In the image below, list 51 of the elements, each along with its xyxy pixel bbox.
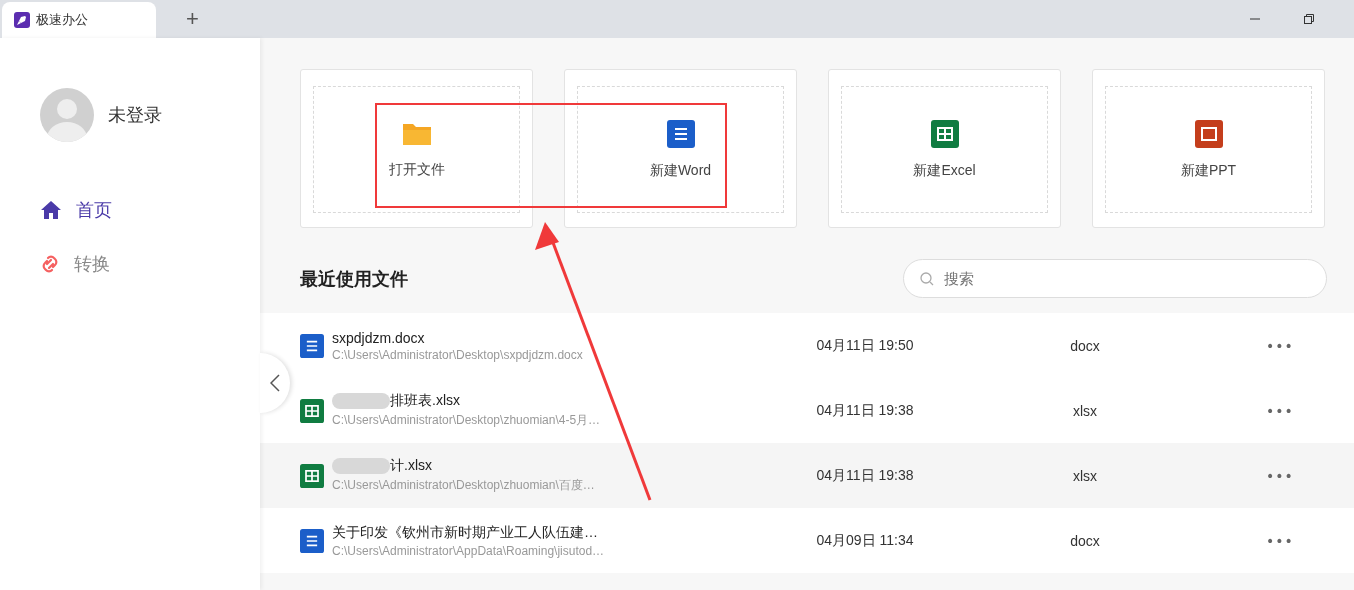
- section-title: 最近使用文件: [300, 267, 408, 291]
- file-name: sxpdjdzm.docx: [332, 329, 425, 346]
- more-button[interactable]: •••: [1260, 466, 1300, 485]
- file-time: 04月11日 19:38: [815, 401, 915, 420]
- file-time: 04月09日 11:34: [815, 531, 915, 550]
- sidebar-item[interactable]: 转换: [40, 252, 260, 276]
- file-path: C:\Users\Administrator\Desktop\zhuomian\4-5月…: [332, 412, 601, 429]
- file-time: 04月11日 19:50: [815, 336, 915, 355]
- file-type: xlsx: [1071, 402, 1099, 419]
- file-name: 关于印发《钦州市新时期产业工人队伍建…: [332, 523, 598, 542]
- action-label: 新建Excel: [913, 161, 976, 180]
- action-card[interactable]: 新建Word: [564, 69, 797, 228]
- file-row[interactable]: sxpdjdzm.docx C:\Users\Administrator\Desktop\sxpdjdzm.docx 04月11日 19:50 docx •••: [260, 313, 1354, 378]
- file-type: docx: [1069, 532, 1101, 549]
- grid-sheet-icon: [930, 119, 959, 148]
- action-label: 新建PPT: [1180, 161, 1237, 180]
- avatar-icon[interactable]: [40, 88, 94, 142]
- grid-sheet-icon: [300, 463, 324, 488]
- restore-icon[interactable]: [1304, 14, 1314, 24]
- file-path: C:\Users\Administrator\Desktop\sxpdjdzm.docx: [332, 347, 583, 362]
- file-row[interactable]: 关于印发《钦州市新时期产业工人队伍建… C:\Users\Administrator\AppData\Roaming\jisutod… 04月09日 11:34 docx •••: [260, 508, 1354, 573]
- link-icon: [40, 254, 60, 274]
- slide-frame-icon: [1194, 119, 1223, 148]
- home-icon: [40, 200, 62, 220]
- more-button[interactable]: •••: [1260, 531, 1300, 550]
- search-field[interactable]: 搜索: [903, 259, 1327, 298]
- sidebar-item[interactable]: 首页: [40, 198, 260, 222]
- file-time: 04月11日 19:38: [815, 466, 915, 485]
- action-label: 打开文件: [388, 160, 445, 179]
- file-name: 计.xlsx: [390, 457, 432, 475]
- action-card[interactable]: 打开文件: [300, 69, 533, 228]
- login-status[interactable]: 未登录: [108, 103, 162, 127]
- action-label: 新建Word: [649, 161, 712, 180]
- file-type: docx: [1069, 337, 1101, 354]
- file-path: C:\Users\Administrator\AppData\Roaming\jisutod…: [332, 543, 605, 558]
- file-path: C:\Users\Administrator\Desktop\zhuomian\百度…: [332, 477, 595, 494]
- more-button[interactable]: •••: [1260, 336, 1300, 355]
- action-card[interactable]: 新建PPT: [1092, 69, 1325, 228]
- file-type: xlsx: [1071, 467, 1099, 484]
- document-lines-icon: [666, 119, 695, 148]
- new-tab-button[interactable]: +: [182, 6, 203, 32]
- browser-tab[interactable]: 极速办公: [2, 2, 156, 38]
- file-row[interactable]: 计.xlsx C:\Users\Administrator\Desktop\zhuomian\百度… 04月11日 19:38 xlsx •••: [260, 443, 1354, 508]
- grid-sheet-icon: [300, 398, 324, 423]
- file-name: 排班表.xlsx: [390, 392, 460, 410]
- more-button[interactable]: •••: [1260, 401, 1300, 420]
- action-card[interactable]: 新建Excel: [828, 69, 1061, 228]
- chevron-left-icon: [270, 374, 280, 392]
- tab-title: 极速办公: [36, 11, 88, 29]
- document-lines-icon: [300, 333, 324, 358]
- document-lines-icon: [300, 528, 324, 553]
